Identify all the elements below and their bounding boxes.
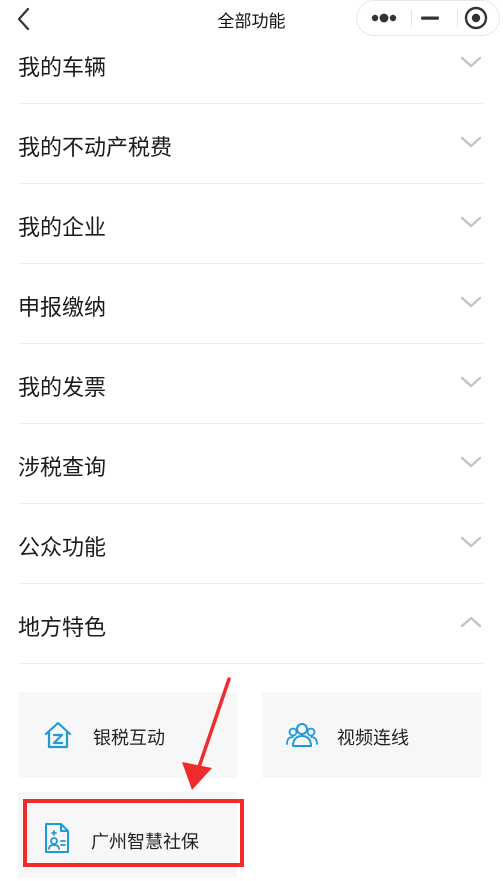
chevron-down-icon [460, 296, 482, 308]
chevron-down-icon [460, 456, 482, 468]
menu-row-real-estate-tax[interactable]: 我的不动产税费 [18, 104, 483, 184]
menu-row-local-features[interactable]: 地方特色 [18, 584, 483, 664]
feature-card-video-call[interactable]: 视频连线 [262, 692, 481, 778]
chevron-up-icon [460, 616, 482, 628]
menu-row-label: 我的发票 [18, 376, 107, 401]
house-z-icon [44, 721, 72, 749]
menu-row-label: 申报缴纳 [18, 296, 107, 321]
menu-row-label: 地方特色 [18, 616, 107, 641]
chevron-down-icon [460, 136, 482, 148]
menu-row-label: 我的不动产税费 [18, 136, 173, 161]
menu-row-label: 我的车辆 [18, 56, 107, 81]
chevron-down-icon [460, 536, 482, 548]
menu-row-declare-pay[interactable]: 申报缴纳 [18, 264, 483, 344]
feature-card-label: 银税互动 [93, 728, 165, 749]
menu-row-label: 涉税查询 [18, 456, 107, 481]
menu-row-label: 我的企业 [18, 216, 107, 241]
menu-row-vehicles[interactable]: 我的车辆 [18, 24, 483, 104]
menu-row-enterprise[interactable]: 我的企业 [18, 184, 483, 264]
chevron-down-icon [460, 376, 482, 388]
menu-row-tax-inquiry[interactable]: 涉税查询 [18, 424, 483, 504]
feature-card-bank-tax[interactable]: 银税互动 [18, 692, 237, 778]
chevron-down-icon [460, 216, 482, 228]
function-list: 我的车辆 我的不动产税费 我的企业 申报缴纳 我的发票 涉税查询 公众功能 地方… [18, 24, 483, 664]
menu-row-invoices[interactable]: 我的发票 [18, 344, 483, 424]
chevron-down-icon [460, 56, 482, 68]
menu-row-public-functions[interactable]: 公众功能 [18, 504, 483, 584]
feature-card-label: 视频连线 [337, 728, 409, 749]
users-icon [286, 723, 318, 747]
menu-row-label: 公众功能 [18, 536, 107, 561]
highlight-box [23, 799, 244, 867]
